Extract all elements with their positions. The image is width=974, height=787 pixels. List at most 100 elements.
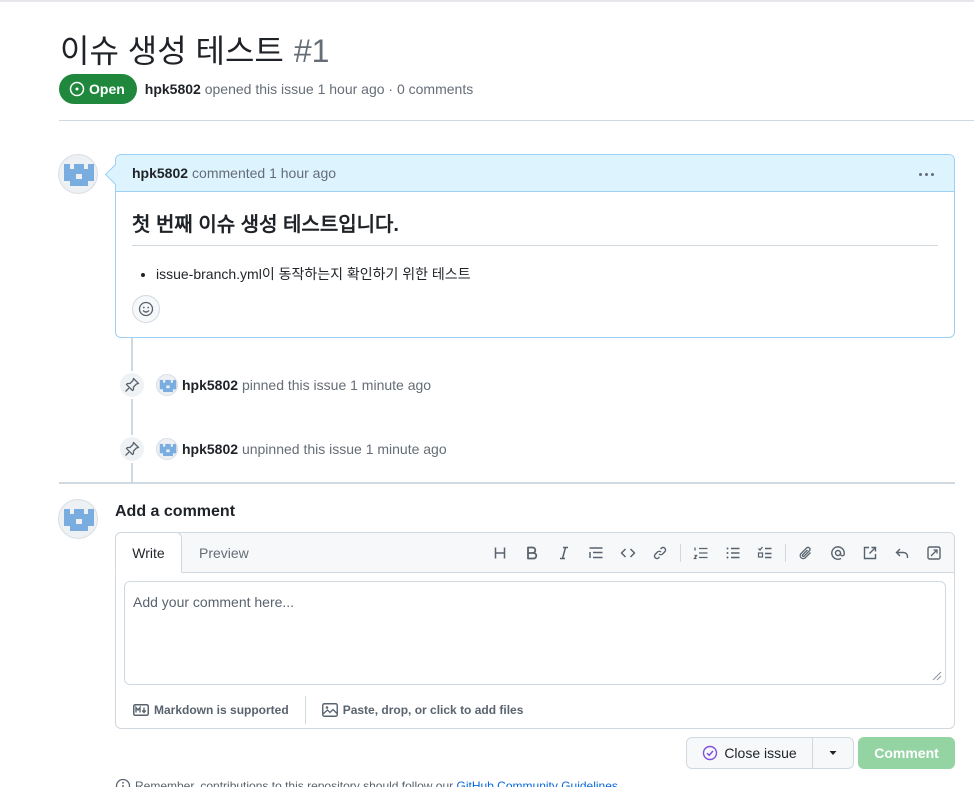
unordered-list-button[interactable] <box>717 539 749 567</box>
identicon-avatar-icon <box>64 509 94 531</box>
comment-button[interactable]: Comment <box>858 737 955 769</box>
comment-author[interactable]: hpk5802 <box>132 165 188 181</box>
bold-icon <box>527 546 538 560</box>
markdown-supported-link[interactable]: Markdown is supported <box>133 703 289 717</box>
italic-button[interactable] <box>548 539 580 567</box>
bold-button[interactable] <box>516 539 548 567</box>
image-icon <box>321 703 338 717</box>
community-guidelines-notice: Remember, contributions to this reposito… <box>115 778 618 787</box>
comment-options-button[interactable] <box>914 164 938 184</box>
remember-text: Remember, contributions to this reposito… <box>135 779 454 787</box>
avatar[interactable] <box>58 154 98 194</box>
meta-suffix: opened this issue 1 hour ago · 0 comment… <box>204 81 474 97</box>
close-issue-button-group: Close issue <box>686 737 854 769</box>
pin-icon <box>125 377 140 392</box>
event-text: hpk5802 unpinned this issue 1 minute ago <box>182 441 447 457</box>
comment-list: issue-branch.yml이 동작하는지 확인하기 위한 테스트 <box>132 264 938 284</box>
identicon-avatar-icon <box>159 443 177 457</box>
editor-footer: Markdown is supported Paste, drop, or cl… <box>116 691 954 729</box>
pin-icon <box>125 441 140 456</box>
issue-title: 이슈 생성 테스트 <box>60 33 284 69</box>
kebab-dot <box>924 172 928 176</box>
toolbar-divider <box>680 544 681 562</box>
timeline-event-pinned: hpk5802 pinned this issue 1 minute ago <box>118 371 431 399</box>
status-label: Open <box>89 81 125 97</box>
task-list-icon <box>757 546 772 559</box>
tab-write[interactable]: Write <box>115 532 182 573</box>
issue-header: 이슈 생성 테스트 #1 <box>60 26 329 72</box>
timeline-divider <box>59 482 955 484</box>
close-issue-label: Close issue <box>724 745 797 761</box>
comment-heading: 첫 번째 이슈 생성 테스트입니다. <box>132 208 938 246</box>
markdown-label: Markdown is supported <box>154 703 289 717</box>
undo-button[interactable] <box>886 539 918 567</box>
quote-icon <box>589 547 603 559</box>
markdown-icon <box>133 704 149 716</box>
status-badge: Open <box>59 74 137 104</box>
attach-label: Paste, drop, or click to add files <box>342 703 524 717</box>
link-icon <box>653 546 667 560</box>
undo-icon <box>895 548 909 558</box>
issue-opened-icon <box>69 81 85 97</box>
comment-editor: Write Preview Add your comment here... M… <box>115 532 955 729</box>
author-link[interactable]: hpk5802 <box>145 81 201 97</box>
unordered-list-icon <box>726 547 740 559</box>
kebab-dot <box>930 172 934 176</box>
code-icon <box>620 548 636 558</box>
tab-preview[interactable]: Preview <box>199 533 249 573</box>
add-comment-heading: Add a comment <box>115 503 236 520</box>
heading-icon <box>494 547 506 559</box>
attach-button[interactable] <box>790 539 822 567</box>
attach-files-link[interactable]: Paste, drop, or click to add files <box>321 703 524 717</box>
event-actor[interactable]: hpk5802 <box>182 377 238 393</box>
toolbar-divider <box>785 544 786 562</box>
issue-meta-text: hpk5802 opened this issue 1 hour ago · 0… <box>145 81 473 97</box>
task-list-button[interactable] <box>749 539 781 567</box>
avatar[interactable] <box>58 499 98 539</box>
pin-icon-badge <box>118 371 146 399</box>
quote-button[interactable] <box>580 539 612 567</box>
reference-icon <box>863 546 877 560</box>
reference-button[interactable] <box>854 539 886 567</box>
top-border <box>0 0 974 2</box>
event-description: pinned this issue 1 minute ago <box>241 377 432 393</box>
check-circle-icon <box>703 745 718 761</box>
add-reaction-button[interactable] <box>132 295 160 323</box>
comment-card: hpk5802 commented 1 hour ago 첫 번째 이슈 생성 … <box>115 154 955 338</box>
close-options-dropdown[interactable] <box>813 738 853 768</box>
event-text: hpk5802 pinned this issue 1 minute ago <box>182 377 431 393</box>
comment-textarea[interactable]: Add your comment here... <box>124 581 946 685</box>
italic-icon <box>560 546 568 560</box>
heading-button[interactable] <box>484 539 516 567</box>
close-issue-button[interactable]: Close issue <box>687 738 813 768</box>
event-description: unpinned this issue 1 minute ago <box>241 441 447 457</box>
ordered-list-icon <box>693 547 708 560</box>
footer-divider <box>304 696 306 724</box>
avatar[interactable] <box>156 438 178 460</box>
header-divider <box>59 120 974 121</box>
link-button[interactable] <box>644 539 676 567</box>
mention-button[interactable] <box>822 539 854 567</box>
fullscreen-icon <box>927 546 941 560</box>
ordered-list-button[interactable] <box>685 539 717 567</box>
fullscreen-button[interactable] <box>918 539 950 567</box>
identicon-avatar-icon <box>64 164 94 186</box>
kebab-dot <box>918 172 922 176</box>
avatar[interactable] <box>156 374 178 396</box>
smiley-icon <box>138 301 154 317</box>
comment-header: hpk5802 commented 1 hour ago <box>116 155 954 192</box>
triangle-down-icon <box>829 751 837 755</box>
attach-icon <box>799 546 811 560</box>
comment-body: 첫 번째 이슈 생성 테스트입니다. issue-branch.yml이 동작하… <box>116 192 954 284</box>
editor-tabs: Write Preview <box>115 532 954 573</box>
pin-icon-badge <box>118 435 146 463</box>
list-item: issue-branch.yml이 동작하는지 확인하기 위한 테스트 <box>156 264 938 284</box>
code-button[interactable] <box>612 539 644 567</box>
timeline-event-unpinned: hpk5802 unpinned this issue 1 minute ago <box>118 435 447 463</box>
info-icon <box>115 778 131 787</box>
issue-meta: Open hpk5802 opened this issue 1 hour ag… <box>59 74 473 104</box>
issue-number: #1 <box>293 33 330 69</box>
guidelines-link[interactable]: GitHub Community Guidelines <box>457 779 618 787</box>
resize-handle-icon[interactable] <box>932 671 942 681</box>
event-actor[interactable]: hpk5802 <box>182 441 238 457</box>
